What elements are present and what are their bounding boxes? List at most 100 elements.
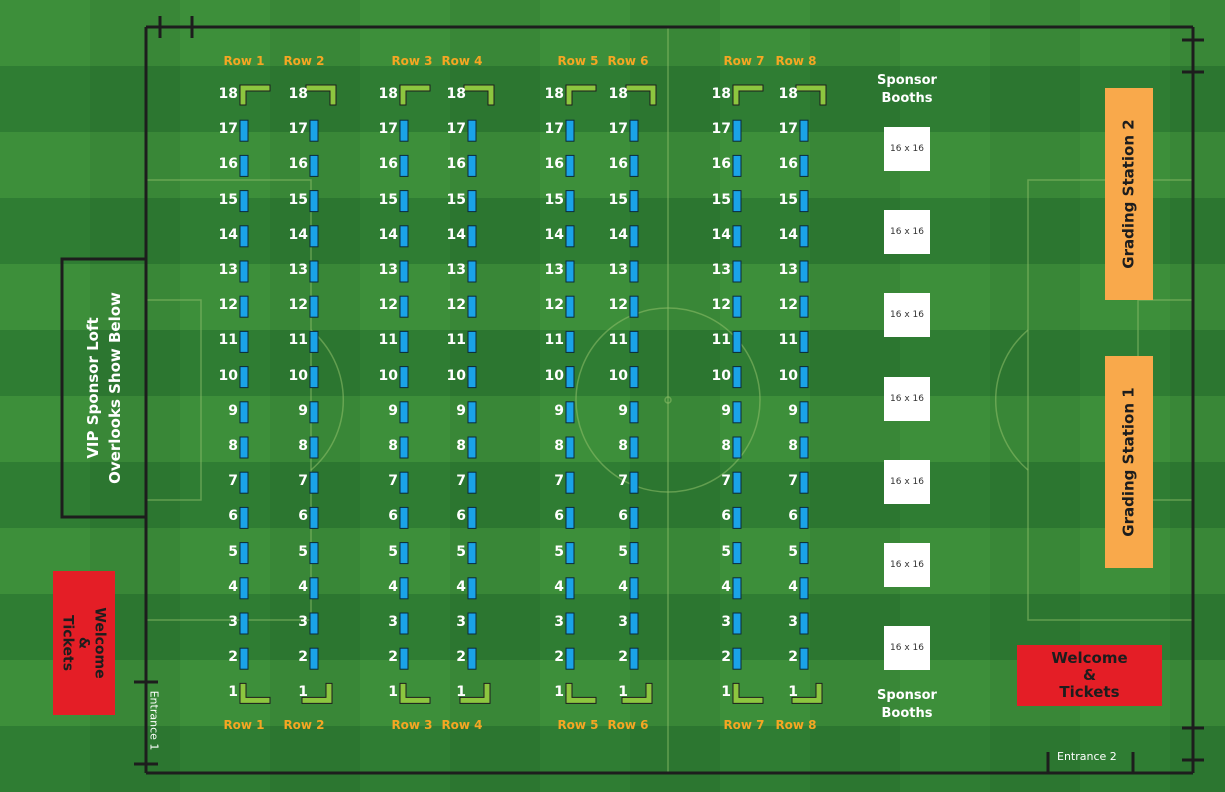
vendor-table: [309, 577, 319, 600]
vendor-table: [467, 295, 477, 318]
vendor-table: [399, 577, 409, 600]
vendor-table: [629, 225, 639, 248]
table-number: 5: [228, 543, 238, 560]
vendor-table: [732, 225, 742, 248]
vendor-table: [309, 225, 319, 248]
table-number: 10: [608, 367, 628, 384]
table-number: 13: [778, 262, 798, 278]
grading-station-1-label: Grading Station 1: [1120, 387, 1138, 537]
vendor-table: [732, 542, 742, 565]
table-number: 15: [544, 191, 564, 208]
table-number: 4: [456, 578, 466, 595]
table-number: 14: [446, 226, 466, 243]
table-number: 2: [456, 649, 466, 666]
vendor-table: [565, 366, 575, 389]
vendor-table: [799, 154, 809, 177]
vendor-table: [629, 366, 639, 389]
table-number: 2: [721, 649, 731, 666]
table-number: 9: [554, 402, 564, 419]
vendor-table: [732, 612, 742, 635]
table-number: 5: [388, 543, 398, 560]
row-label-2-top: Row 2: [283, 54, 325, 68]
table-number: 1: [456, 684, 466, 701]
vendor-table: [732, 506, 742, 529]
vendor-table: [467, 647, 477, 670]
table-number: 13: [446, 262, 466, 278]
table-number: 18: [446, 86, 466, 102]
table-number: 18: [218, 86, 238, 102]
vendor-table: [565, 436, 575, 459]
table-number: 12: [288, 297, 308, 314]
table-number: 4: [554, 578, 564, 595]
table-number: 3: [456, 614, 466, 630]
vendor-table: [565, 225, 575, 248]
row-label-6-top: Row 6: [607, 54, 649, 68]
table-number: 18: [288, 86, 308, 102]
vendor-table: [309, 612, 319, 635]
table-number: 9: [228, 402, 238, 419]
vendor-table: [565, 260, 575, 283]
vendor-table: [629, 506, 639, 529]
vendor-table: [467, 366, 477, 389]
table-number: 18: [778, 86, 798, 102]
table-number: 12: [218, 297, 238, 314]
table-number: 16: [608, 156, 628, 173]
row-label-1-bottom: Row 1: [223, 718, 265, 732]
vendor-table: [799, 260, 809, 283]
vendor-table: [309, 330, 319, 353]
table-number: 2: [554, 649, 564, 666]
table-number: 11: [446, 332, 466, 349]
table-number: 6: [456, 508, 466, 525]
vendor-table: [239, 542, 249, 565]
vendor-table: [239, 612, 249, 635]
table-number: 4: [228, 578, 238, 595]
vendor-table: [799, 366, 809, 389]
vendor-table: [399, 366, 409, 389]
table-number: 9: [298, 402, 308, 419]
table-number: 17: [378, 121, 398, 138]
table-number: 4: [298, 578, 308, 595]
table-number: 6: [228, 508, 238, 525]
vendor-table: [239, 295, 249, 318]
vendor-table: [399, 295, 409, 318]
welcome-left-line3: Tickets: [60, 614, 76, 672]
vendor-table: [309, 471, 319, 494]
grass-stripe-shade: [450, 0, 540, 792]
vendor-table: [629, 260, 639, 283]
table-number: 13: [711, 262, 731, 278]
table-number: 3: [388, 614, 398, 630]
vendor-table: [629, 401, 639, 424]
table-number: 15: [608, 191, 628, 208]
table-number: 10: [711, 367, 731, 384]
sponsor-booths-top-label: Sponsor Booths: [877, 73, 937, 106]
table-number: 2: [388, 649, 398, 666]
table-number: 5: [554, 543, 564, 560]
table-number: 4: [788, 578, 798, 595]
table-number: 10: [288, 367, 308, 384]
vendor-table: [565, 647, 575, 670]
table-number: 9: [456, 402, 466, 419]
table-number: 1: [788, 684, 798, 701]
vendor-table: [732, 119, 742, 142]
floor-plan: VIP Sponsor Loft Overlooks Show Below Ro…: [0, 0, 1225, 792]
table-number: 18: [608, 86, 628, 102]
table-number: 16: [544, 156, 564, 173]
welcome-right-line2: &: [1082, 666, 1097, 684]
table-number: 16: [711, 156, 731, 173]
table-number: 13: [218, 262, 238, 278]
vendor-table: [629, 330, 639, 353]
table-number: 12: [378, 297, 398, 314]
vendor-table: [565, 612, 575, 635]
vendor-table: [467, 260, 477, 283]
vendor-table: [467, 330, 477, 353]
row-label-8-bottom: Row 8: [775, 718, 817, 732]
table-number: 7: [388, 473, 398, 490]
table-number: 3: [228, 614, 238, 630]
grass-stripe-shade: [1170, 0, 1225, 792]
vendor-table: [629, 190, 639, 213]
table-number: 8: [298, 438, 308, 454]
table-number: 14: [711, 226, 731, 243]
table-number: 2: [788, 649, 798, 666]
table-number: 17: [446, 121, 466, 138]
vendor-table: [399, 330, 409, 353]
